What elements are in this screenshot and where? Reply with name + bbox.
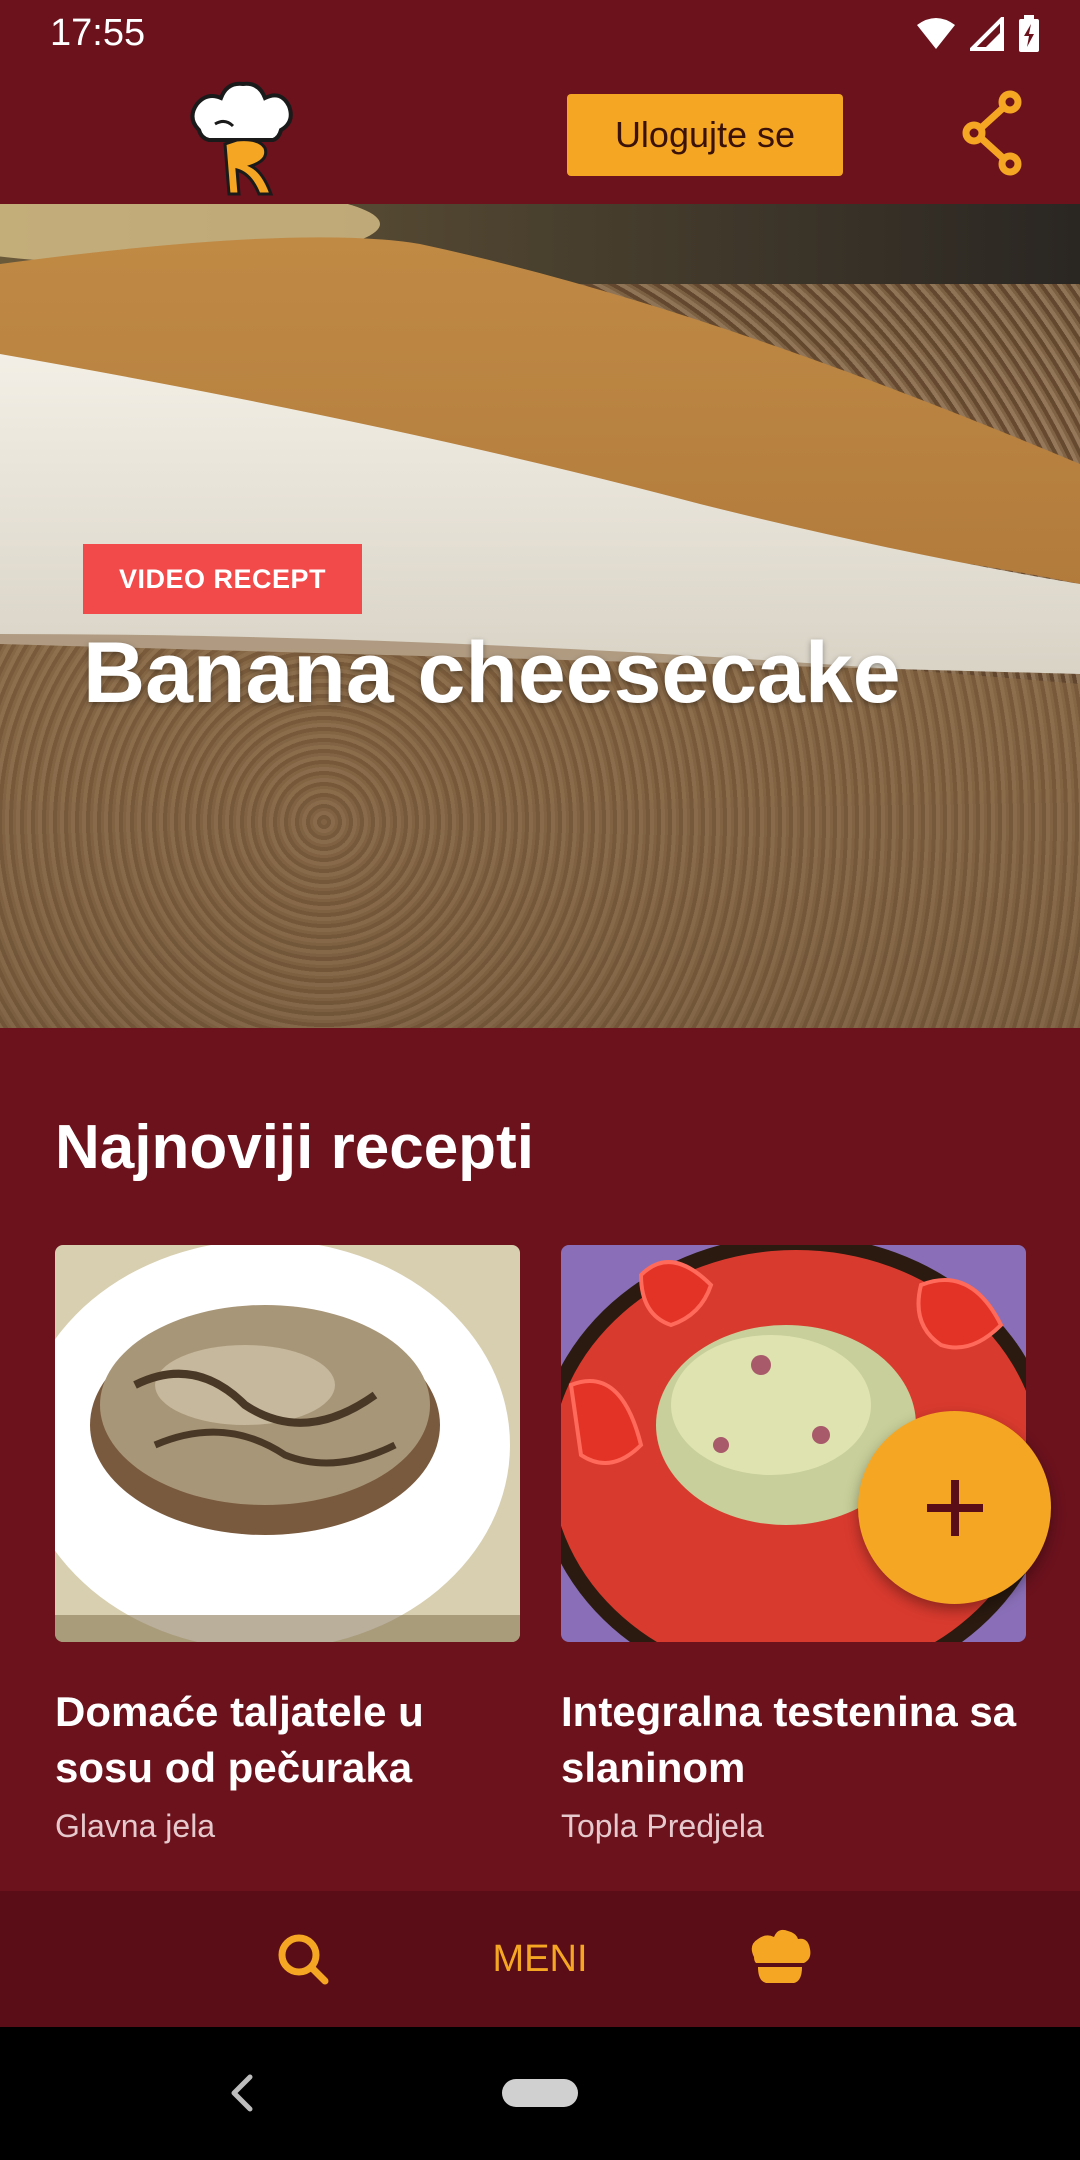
recipe-title[interactable]: Integralna testenina sa slaninom: [561, 1684, 1026, 1796]
recipe-card[interactable]: Domaće taljatele u sosu od pečuraka Glav…: [55, 1245, 520, 1845]
recipe-category: Topla Predjela: [561, 1808, 764, 1844]
cheesecake-photo: [0, 204, 1080, 1028]
section-title: Najnoviji recepti: [55, 1113, 534, 1182]
add-recipe-button[interactable]: [858, 1411, 1051, 1604]
video-recipe-badge: VIDEO RECEPT: [83, 544, 363, 614]
status-icons: [916, 14, 1040, 54]
signal-icon: [970, 17, 1004, 51]
search-icon[interactable]: [275, 1931, 331, 1987]
recipe-title[interactable]: Domaće taljatele u sosu od pečuraka: [55, 1684, 520, 1796]
recipe-image[interactable]: [55, 1245, 520, 1642]
chef-hat-logo[interactable]: [185, 78, 295, 198]
recipe-category: Glavna jela: [55, 1808, 216, 1844]
chef-hat-icon[interactable]: [748, 1927, 812, 1987]
menu-button[interactable]: MENI: [470, 1931, 610, 1987]
back-icon[interactable]: [222, 2069, 262, 2117]
status-time: 17:55: [50, 12, 146, 54]
app-bar: Ulogujte se: [0, 66, 1080, 204]
system-navigation: [0, 2027, 1080, 2160]
status-bar: 17:55: [0, 0, 1080, 66]
bottom-navigation: MENI: [0, 1891, 1080, 2027]
plus-icon: [926, 1479, 983, 1536]
home-pill[interactable]: [502, 2079, 578, 2107]
login-button[interactable]: Ulogujte se: [567, 94, 843, 176]
featured-recipe-hero[interactable]: VIDEO RECEPT Banana cheesecake: [0, 204, 1080, 1028]
share-icon[interactable]: [960, 88, 1026, 178]
battery-icon: [1019, 15, 1039, 52]
wifi-icon: [917, 18, 955, 49]
hero-title[interactable]: Banana cheesecake: [83, 624, 901, 723]
